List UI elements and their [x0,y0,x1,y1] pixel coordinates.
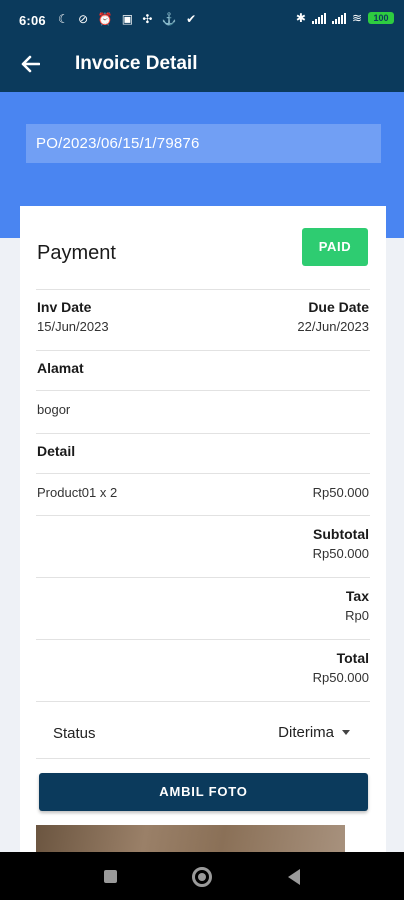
payment-heading: Payment [37,242,116,264]
status-dropdown-value: Diterima [278,724,334,741]
back-icon[interactable] [288,869,300,885]
dropdown-arrow-icon [342,730,350,735]
divider [36,639,370,640]
status-label: Status [53,725,96,742]
clock: 6:06 [19,13,46,28]
tax-label: Tax [345,588,369,604]
take-photo-button[interactable]: AMBIL FOTO [39,773,368,811]
address-label: Alamat [37,360,84,376]
recents-icon[interactable] [104,870,117,883]
inv-date-label: Inv Date [37,299,92,315]
address-value: bogor [37,402,71,417]
battery-icon: 100 [368,12,394,24]
divider [36,289,370,290]
divider [36,515,370,516]
divider [36,758,370,759]
signal-icon-2 [331,12,346,24]
divider [36,433,370,434]
item-name: Product01 x 2 [37,485,118,500]
notification-icons: ☾ ⊘ ⏰ ▣ ✣ ⚓ ✔ [58,12,200,26]
divider [36,473,370,474]
wifi-icon: ≋ [351,11,362,25]
page-title: Invoice Detail [75,53,198,74]
invoice-card: Payment PAID Inv Date 15/Jun/2023 Due Da… [20,206,386,860]
item-price: Rp50.000 [312,485,369,500]
navigation-bar [0,852,404,900]
subtotal-label: Subtotal [313,526,369,542]
inv-date-value: 15/Jun/2023 [37,319,109,334]
system-icons: ✱ ≋ 100 [296,11,394,25]
status-bar: 6:06 ☾ ⊘ ⏰ ▣ ✣ ⚓ ✔ ✱ ≋ 100 [0,0,404,36]
app-bar: Invoice Detail [0,36,404,92]
total-value: Rp50.000 [312,670,369,685]
po-number-field: PO/2023/06/15/1/79876 [26,124,381,163]
back-arrow-icon[interactable] [14,48,46,80]
divider [36,577,370,578]
bluetooth-icon: ✱ [295,11,306,25]
divider [36,390,370,391]
signal-icon [311,12,326,24]
total-label: Total [336,650,369,666]
status-dropdown[interactable]: Diterima [278,724,350,741]
home-icon[interactable] [192,867,212,887]
tax-value: Rp0 [345,608,369,623]
due-date-label: Due Date [308,299,369,315]
detail-label: Detail [37,443,76,459]
divider [36,350,370,351]
divider [36,701,370,702]
due-date-value: 22/Jun/2023 [297,319,369,334]
paid-status-badge: PAID [302,228,368,266]
subtotal-value: Rp50.000 [312,546,369,561]
